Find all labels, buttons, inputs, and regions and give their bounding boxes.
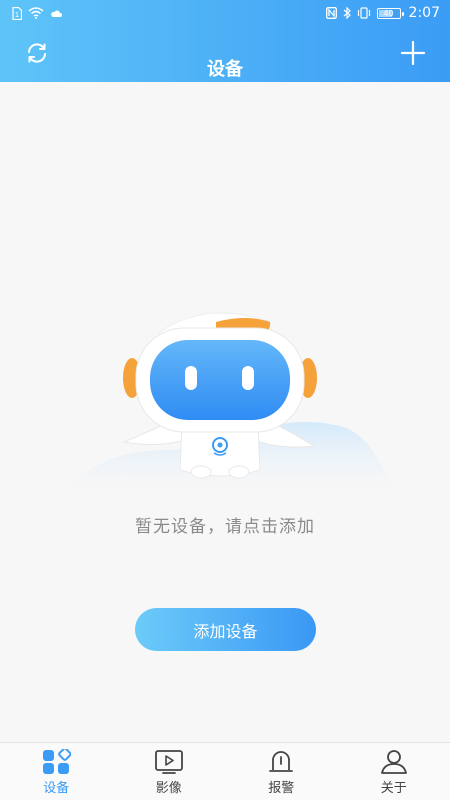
nav-item-video[interactable]: 影像 [113,743,226,800]
nav-label-about: 关于 [380,781,407,796]
bluetooth-icon [343,7,351,19]
nav-item-devices[interactable]: 设备 [0,743,113,800]
nav-label-alarm: 报警 [268,781,295,796]
cloud-icon [50,9,62,18]
add-device-button[interactable]: 添加设备 [135,608,316,651]
bottom-nav: 设备 影像 报警 关于 [0,742,450,800]
status-time: 2:07 [408,5,440,21]
nav-label-video: 影像 [155,781,182,796]
nav-label-devices: 设备 [43,781,70,796]
nav-item-about[interactable]: 关于 [338,743,450,800]
battery-level: 40 [383,8,394,18]
add-button[interactable] [400,40,426,66]
page-title: 设备 [207,59,243,80]
svg-text:1: 1 [15,11,19,19]
robot-illustration [56,312,396,500]
plus-icon [400,40,426,66]
nfc-icon [325,7,337,19]
status-left: 1 [12,6,62,20]
status-bar: 1 40 2:07 [0,0,450,26]
user-icon [379,749,409,775]
nav-item-alarm[interactable]: 报警 [225,743,338,800]
battery-icon: 40 [376,7,404,19]
devices-icon [41,749,72,775]
status-right: 40 2:07 [325,5,440,21]
vibrate-icon [357,7,371,19]
video-icon [154,749,184,775]
alarm-icon [266,749,296,775]
empty-state-message: 暂无设备，请点击添加 [135,517,315,537]
app-header: 1 40 2:07 设备 [0,0,450,82]
sim-icon: 1 [12,6,22,20]
wifi-icon [28,7,44,19]
